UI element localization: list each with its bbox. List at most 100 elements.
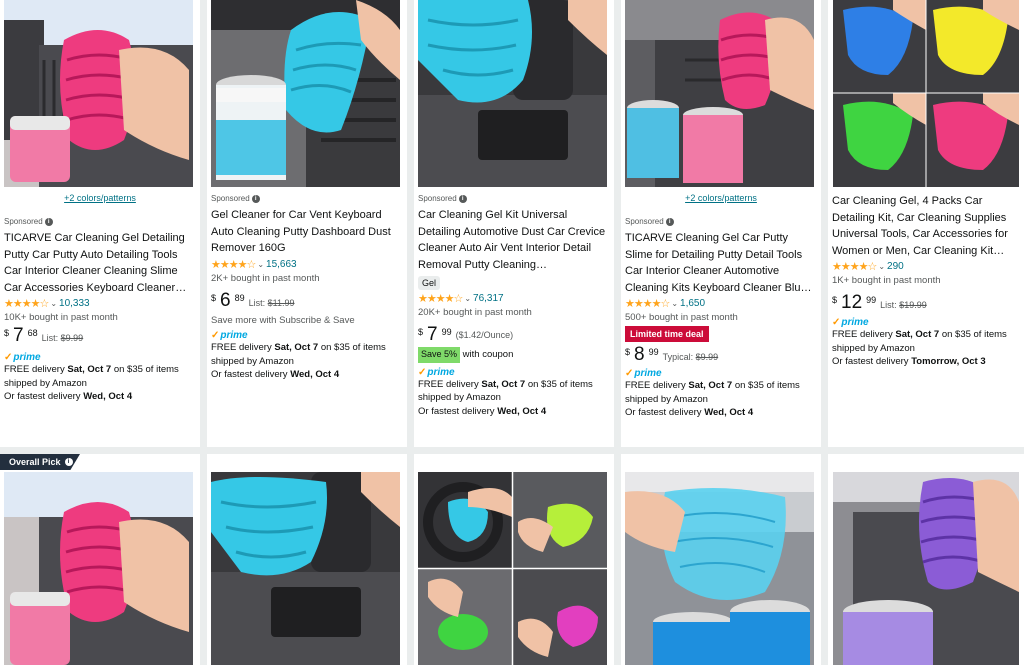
subscribe-save: Save more with Subscribe & Save [211, 314, 355, 326]
colors-link[interactable]: +2 colors/patterns [625, 193, 817, 203]
price[interactable]: $6 89 List: $11.99 [211, 290, 403, 311]
check-icon: ✓ [832, 317, 841, 328]
variant-tag[interactable]: Gel [418, 276, 441, 290]
bought-count: 1K+ bought in past month [832, 275, 941, 286]
sponsored-label[interactable]: Sponsored i [4, 217, 196, 226]
info-icon[interactable]: i [64, 458, 73, 466]
chevron-down-icon[interactable]: ⌄ [671, 299, 678, 308]
product-card[interactable] [621, 454, 821, 665]
product-image[interactable] [4, 0, 193, 187]
list-price: List: $9.99 [41, 333, 84, 343]
delivery-info: FREE delivery Sat, Oct 7 on $35 of items [211, 342, 386, 353]
rating-count[interactable]: 76,317 [473, 293, 504, 304]
fastest-delivery: Or fastest delivery Tomorrow, Oct 3 [832, 356, 986, 367]
bought-count: 2K+ bought in past month [211, 272, 320, 284]
product-card[interactable] [414, 454, 614, 665]
rating[interactable]: ★★★★☆ ⌄ 290 [832, 260, 1020, 273]
prime-badge: ✓ prime [832, 317, 869, 328]
star-rating-icon[interactable]: ★★★★☆ [4, 297, 49, 310]
product-image[interactable] [4, 472, 193, 665]
rating-count[interactable]: 1,650 [680, 298, 705, 309]
list-price: List: $11.99 [248, 297, 295, 308]
save-badge: Save 5% [418, 347, 461, 363]
product-title[interactable]: TICARVE Car Cleaning Gel Detailing Putty… [4, 230, 196, 296]
product-card[interactable]: Sponsored i Car Cleaning Gel Kit Universa… [414, 0, 614, 447]
star-rating-icon[interactable]: ★★★★☆ [832, 260, 877, 273]
product-image[interactable] [625, 472, 814, 665]
rating[interactable]: ★★★★☆ ⌄ 10,333 [4, 297, 196, 310]
product-image[interactable] [625, 0, 814, 187]
chevron-down-icon[interactable]: ⌄ [50, 299, 57, 308]
prime-badge: ✓ prime [418, 366, 455, 378]
rating-count[interactable]: 15,663 [266, 259, 297, 270]
product-card[interactable]: Car Cleaning Gel, 4 Packs Car Detailing … [828, 0, 1024, 447]
fastest-delivery: Or fastest delivery Wed, Oct 4 [4, 391, 133, 402]
delivery-info: FREE delivery Sat, Oct 7 on $35 of items [625, 380, 800, 391]
product-image[interactable] [833, 0, 1019, 187]
shipped-by: shipped by Amazon [625, 393, 708, 405]
sponsored-label[interactable]: Sponsored i [625, 217, 817, 226]
bought-count: 10K+ bought in past month [4, 312, 118, 323]
rating[interactable]: ★★★★☆ ⌄ 15,663 [211, 258, 403, 271]
fastest-delivery: Or fastest delivery Wed, Oct 4 [625, 407, 754, 418]
rating-count[interactable]: 10,333 [59, 298, 90, 309]
price[interactable]: $8 99 Typical: $9.99 [625, 344, 817, 365]
prime-badge: ✓ prime [625, 368, 662, 379]
product-title[interactable]: Gel Cleaner for Car Vent Keyboard Auto C… [211, 207, 403, 257]
product-card[interactable] [828, 454, 1024, 665]
check-icon: ✓ [4, 352, 13, 363]
rating[interactable]: ★★★★☆ ⌄ 1,650 [625, 297, 817, 310]
colors-link[interactable]: +2 colors/patterns [4, 193, 196, 203]
product-image[interactable] [418, 472, 607, 665]
price[interactable]: $12 99 List: $19.99 [832, 292, 1020, 313]
shipped-by: shipped by Amazon [211, 355, 294, 367]
product-card[interactable] [207, 454, 407, 665]
chevron-down-icon[interactable]: ⌄ [878, 262, 885, 271]
list-price: List: $19.99 [880, 300, 927, 310]
rating[interactable]: ★★★★☆ ⌄ 76,317 [418, 292, 610, 305]
limited-deal-badge: Limited time deal [625, 326, 709, 342]
product-card[interactable] [0, 454, 200, 665]
delivery-info: FREE delivery Sat, Oct 7 on $35 of items [418, 378, 593, 390]
coupon[interactable]: Save 5% with coupon [418, 347, 610, 363]
product-image[interactable] [211, 0, 400, 187]
product-card[interactable]: +2 colors/patterns Sponsored i TICARVE Ca… [0, 0, 200, 447]
fastest-delivery: Or fastest delivery Wed, Oct 4 [418, 405, 547, 417]
price[interactable]: $7 68 List: $9.99 [4, 325, 196, 346]
prime-badge: ✓ prime [4, 352, 41, 363]
info-icon[interactable]: i [251, 194, 260, 203]
check-icon: ✓ [625, 368, 634, 379]
shipped-by: shipped by Amazon [418, 392, 501, 403]
star-rating-icon[interactable]: ★★★★☆ [625, 297, 670, 310]
check-icon: ✓ [211, 330, 220, 341]
chevron-down-icon[interactable]: ⌄ [257, 260, 264, 269]
info-icon[interactable]: i [665, 217, 674, 226]
sponsored-label[interactable]: Sponsored i [418, 194, 610, 203]
check-icon: ✓ [418, 366, 427, 378]
delivery-info: FREE delivery Sat, Oct 7 on $35 of items [832, 329, 1007, 340]
delivery-info: FREE delivery Sat, Oct 7 on $35 of items [4, 364, 179, 375]
product-card[interactable]: +2 colors/patterns Sponsored i TICARVE Cl… [621, 0, 821, 447]
chevron-down-icon[interactable]: ⌄ [464, 294, 471, 303]
shipped-by: shipped by Amazon [832, 342, 915, 354]
product-image[interactable] [418, 0, 607, 187]
bought-count: 20K+ bought in past month [418, 307, 532, 318]
product-title[interactable]: TICARVE Cleaning Gel Car Putty Slime for… [625, 230, 817, 296]
product-card[interactable]: Sponsored i Gel Cleaner for Car Vent Keyb… [207, 0, 407, 447]
list-price: Typical: $9.99 [662, 352, 719, 362]
star-rating-icon[interactable]: ★★★★☆ [211, 258, 256, 271]
product-image[interactable] [833, 472, 1019, 665]
rating-count[interactable]: 290 [887, 261, 904, 272]
product-image[interactable] [211, 472, 400, 665]
prime-badge: ✓ prime [211, 330, 248, 341]
product-title[interactable]: Car Cleaning Gel Kit Universal Detailing… [418, 207, 610, 273]
price[interactable]: $7 99 ($1.42/Ounce) [418, 324, 610, 345]
unit-price: ($1.42/Ounce) [455, 330, 514, 340]
overall-pick-badge: Overall Pick i [0, 454, 80, 470]
bought-count: 500+ bought in past month [625, 312, 738, 323]
star-rating-icon[interactable]: ★★★★☆ [418, 292, 463, 305]
sponsored-label[interactable]: Sponsored i [211, 194, 403, 203]
info-icon[interactable]: i [44, 217, 53, 226]
info-icon[interactable]: i [458, 194, 467, 203]
product-title[interactable]: Car Cleaning Gel, 4 Packs Car Detailing … [832, 193, 1020, 259]
